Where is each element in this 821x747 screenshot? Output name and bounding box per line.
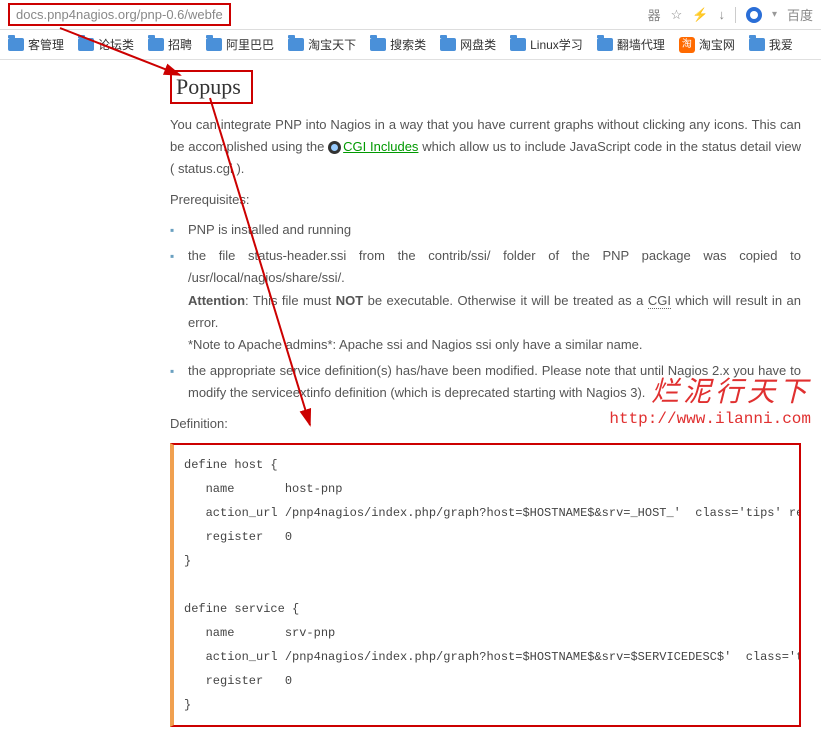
bookmark-item[interactable]: Linux学习	[510, 36, 583, 53]
bookmark-item[interactable]: 论坛类	[78, 36, 134, 53]
prerequisites-list: PNP is installed and running the file st…	[170, 219, 801, 404]
bookmark-item[interactable]: 淘宝天下	[288, 36, 356, 53]
url-text[interactable]: docs.pnp4nagios.org/pnp-0.6/webfe	[8, 3, 231, 26]
page-content: Popups You can integrate PNP into Nagios…	[0, 60, 821, 747]
intro-paragraph: You can integrate PNP into Nagios in a w…	[170, 114, 801, 180]
bookmark-item[interactable]: 阿里巴巴	[206, 36, 274, 53]
folder-icon	[148, 38, 164, 51]
folder-icon	[288, 38, 304, 51]
folder-icon	[510, 38, 526, 51]
address-bar: docs.pnp4nagios.org/pnp-0.6/webfe 器 ☆ ⚡ …	[0, 0, 821, 30]
page-title: Popups	[170, 70, 253, 104]
download-icon[interactable]: ↓	[718, 7, 725, 22]
bookmark-item[interactable]: 搜索类	[370, 36, 426, 53]
divider	[735, 7, 736, 23]
search-engine-label: 百度	[787, 5, 813, 24]
prerequisites-label: Prerequisites:	[170, 192, 801, 207]
definition-label: Definition:	[170, 416, 801, 431]
chevron-down-icon[interactable]: ▾	[772, 9, 777, 20]
code-block: define host { name host-pnp action_url /…	[170, 443, 801, 727]
bookmark-item[interactable]: 我爱	[749, 36, 793, 53]
qr-icon[interactable]: 器	[648, 5, 661, 24]
globe-icon	[328, 141, 341, 154]
cgi-abbr: CGI	[648, 293, 671, 309]
bookmark-item[interactable]: 淘淘宝网	[679, 36, 735, 53]
folder-icon	[206, 38, 222, 51]
list-item: PNP is installed and running	[188, 219, 801, 241]
bookmarks-bar: 客管理 论坛类 招聘 阿里巴巴 淘宝天下 搜索类 网盘类 Linux学习 翻墙代…	[0, 30, 821, 60]
star-icon[interactable]: ☆	[671, 7, 683, 23]
bookmark-item[interactable]: 翻墙代理	[597, 36, 665, 53]
taobao-icon: 淘	[679, 37, 695, 53]
bookmark-item[interactable]: 招聘	[148, 36, 192, 53]
bookmark-item[interactable]: 客管理	[8, 36, 64, 53]
folder-icon	[597, 38, 613, 51]
cgi-includes-link[interactable]: CGI Includes	[343, 139, 418, 154]
folder-icon	[440, 38, 456, 51]
baidu-icon[interactable]	[746, 7, 762, 23]
list-item: the appropriate service definition(s) ha…	[188, 360, 801, 404]
list-item: the file status-header.ssi from the cont…	[188, 245, 801, 355]
folder-icon	[78, 38, 94, 51]
folder-icon	[8, 38, 24, 51]
address-bar-icons: 器 ☆ ⚡ ↓ ▾ 百度	[648, 5, 813, 24]
bookmark-item[interactable]: 网盘类	[440, 36, 496, 53]
folder-icon	[749, 38, 765, 51]
bolt-icon[interactable]: ⚡	[692, 7, 708, 23]
folder-icon	[370, 38, 386, 51]
